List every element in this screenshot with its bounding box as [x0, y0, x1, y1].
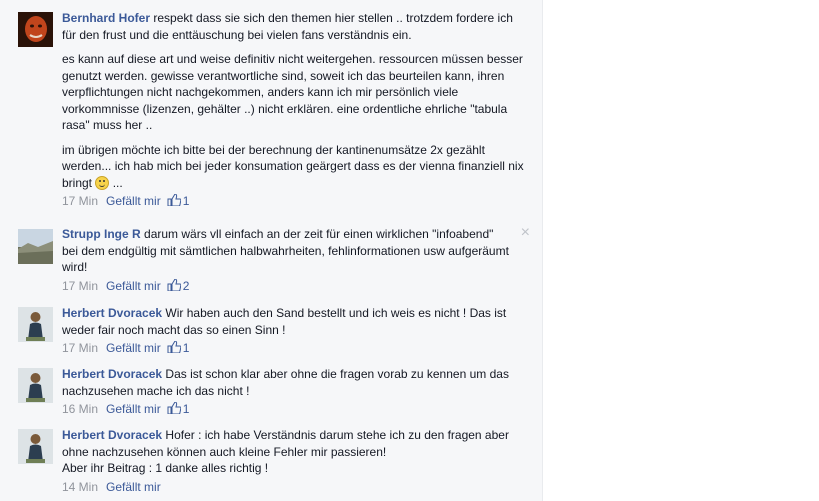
like-count[interactable]: 1 — [183, 402, 190, 416]
avatar-image — [18, 12, 53, 47]
comment-meta: 17 Min Gefällt mir 1 — [62, 340, 530, 356]
comment-body: Herbert Dvoracek Wir haben auch den Sand… — [62, 305, 530, 356]
comment-timestamp[interactable]: 17 Min — [62, 341, 98, 355]
comment-timestamp[interactable]: 17 Min — [62, 194, 98, 208]
like-count[interactable]: 1 — [183, 194, 190, 208]
smiley-emoticon-icon — [95, 175, 110, 190]
comment-body: Herbert Dvoracek Das ist schon klar aber… — [62, 366, 530, 417]
comment-meta: 16 Min Gefällt mir 1 — [62, 401, 530, 417]
avatar-image — [18, 368, 53, 403]
like-count[interactable]: 2 — [183, 279, 190, 293]
avatar[interactable] — [18, 307, 53, 342]
like-button[interactable]: Gefällt mir — [106, 194, 161, 208]
avatar[interactable] — [18, 368, 53, 403]
comments-panel: Bernhard Hofer respekt dass sie sich den… — [0, 0, 543, 501]
comment-body: Strupp Inge R darum wärs vll einfach an … — [62, 226, 512, 294]
comment-timestamp[interactable]: 17 Min — [62, 279, 98, 293]
avatar-image — [18, 429, 53, 464]
like-button[interactable]: Gefällt mir — [106, 341, 161, 355]
comment-text: im übrigen möchte ich bitte bei der bere… — [62, 142, 524, 190]
avatar[interactable] — [18, 429, 53, 464]
comment-author[interactable]: Herbert Dvoracek — [62, 428, 162, 442]
comment-author[interactable]: Herbert Dvoracek — [62, 367, 162, 381]
comment-meta: 17 Min Gefällt mir 1 — [62, 193, 530, 209]
comment-text: es kann auf diese art und weise definiti… — [62, 52, 523, 132]
comment-body: Herbert Dvoracek Hofer : ich habe Verstä… — [62, 427, 530, 495]
avatar-image — [18, 229, 53, 264]
comment-text: Aber ihr Beitrag : 1 danke alles richtig… — [62, 461, 269, 475]
thumbs-up-icon[interactable] — [167, 402, 181, 414]
thumbs-up-icon[interactable] — [167, 278, 181, 291]
thumbs-up-icon[interactable] — [167, 341, 181, 353]
comment-text: ... — [112, 175, 123, 190]
comment-timestamp[interactable]: 14 Min — [62, 480, 98, 494]
comment-author[interactable]: Herbert Dvoracek — [62, 306, 162, 320]
avatar[interactable] — [18, 229, 53, 264]
comment-meta: 14 Min Gefällt mir — [62, 479, 530, 495]
like-button[interactable]: Gefällt mir — [106, 279, 161, 293]
comment-timestamp[interactable]: 16 Min — [62, 402, 98, 416]
comment-meta: 17 Min Gefällt mir 2 — [62, 278, 512, 294]
comment-body: Bernhard Hofer respekt dass sie sich den… — [62, 10, 530, 209]
comment-author[interactable]: Bernhard Hofer — [62, 11, 150, 25]
avatar[interactable] — [18, 12, 53, 47]
close-icon[interactable]: × — [521, 225, 530, 241]
like-count[interactable]: 1 — [183, 341, 190, 355]
avatar-image — [18, 307, 53, 342]
comment-author[interactable]: Strupp Inge R — [62, 227, 141, 241]
thumbs-up-icon[interactable] — [167, 194, 181, 206]
like-button[interactable]: Gefällt mir — [106, 480, 161, 494]
like-button[interactable]: Gefällt mir — [106, 402, 161, 416]
